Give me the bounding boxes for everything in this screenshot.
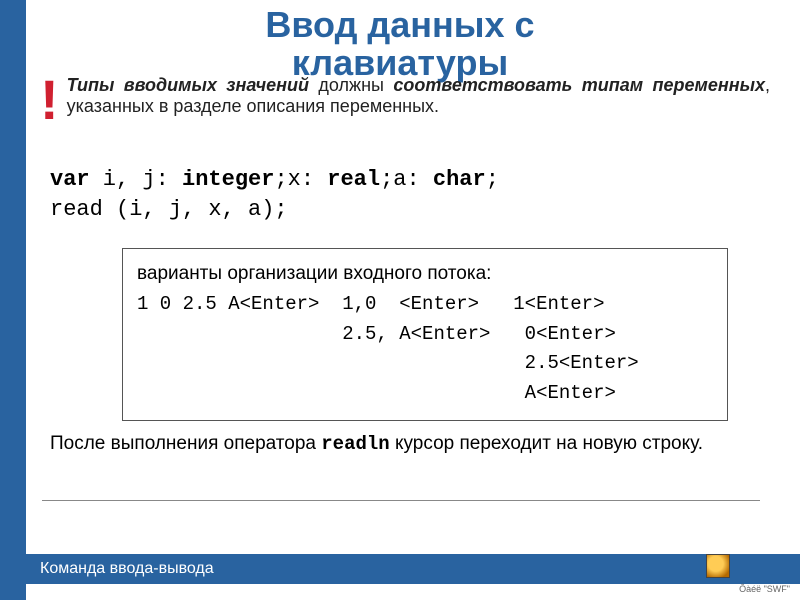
warning-em-1: Типы вводимых значений <box>67 75 309 95</box>
footer-logo-icon <box>706 554 730 578</box>
footer: Команда ввода-вывода Ôàéë "SWF" <box>0 554 800 600</box>
code-declaration: var i, j: integer;x: real;a: char; read … <box>50 165 760 224</box>
kw-integer: integer <box>182 167 274 192</box>
footer-title: Команда ввода-вывода <box>40 560 214 577</box>
slide-title: Ввод данных с клавиатуры <box>0 6 800 82</box>
warning-plain-1: должны <box>309 75 393 95</box>
after-c: курсор переходит на новую строку. <box>390 433 703 454</box>
box-row-1: 1 0 2.5 А<Enter> 1,0 <Enter> 1<Enter> <box>137 290 713 319</box>
input-stream-box: варианты организации входного потока: 1 … <box>122 248 728 421</box>
box-row-4: А<Enter> <box>137 379 713 408</box>
kw-var: var <box>50 167 90 192</box>
box-header: варианты организации входного потока: <box>137 259 713 288</box>
box-row-2: 2.5, А<Enter> 0<Enter> <box>137 320 713 349</box>
code-read-line: read (i, j, x, a); <box>50 197 288 222</box>
title-line-1: Ввод данных с <box>265 4 534 45</box>
footer-bar: Команда ввода-вывода <box>26 554 800 584</box>
divider-line <box>42 500 760 501</box>
code-seg-3: ;a: <box>380 167 433 192</box>
code-seg-2: ;x: <box>274 167 327 192</box>
kw-real: real <box>327 167 380 192</box>
left-accent-stripe <box>0 0 26 600</box>
exclamation-icon: ! <box>40 75 59 125</box>
after-a: После выполнения оператора <box>50 433 321 454</box>
footer-small-text: Ôàéë "SWF" <box>739 584 790 594</box>
kw-char: char <box>433 167 486 192</box>
footer-left-stripe <box>0 554 26 600</box>
warning-block: ! Типы вводимых значений должны соответс… <box>40 75 770 125</box>
code-seg-4: ; <box>486 167 499 192</box>
after-readln: readln <box>321 433 389 455</box>
after-text: После выполнения оператора readln курсор… <box>50 432 760 457</box>
code-seg-1: i, j: <box>90 167 182 192</box>
box-row-3: 2.5<Enter> <box>137 349 713 378</box>
warning-em-2: соответствовать типам переменных <box>393 75 765 95</box>
warning-text: Типы вводимых значений должны соответств… <box>67 75 770 117</box>
